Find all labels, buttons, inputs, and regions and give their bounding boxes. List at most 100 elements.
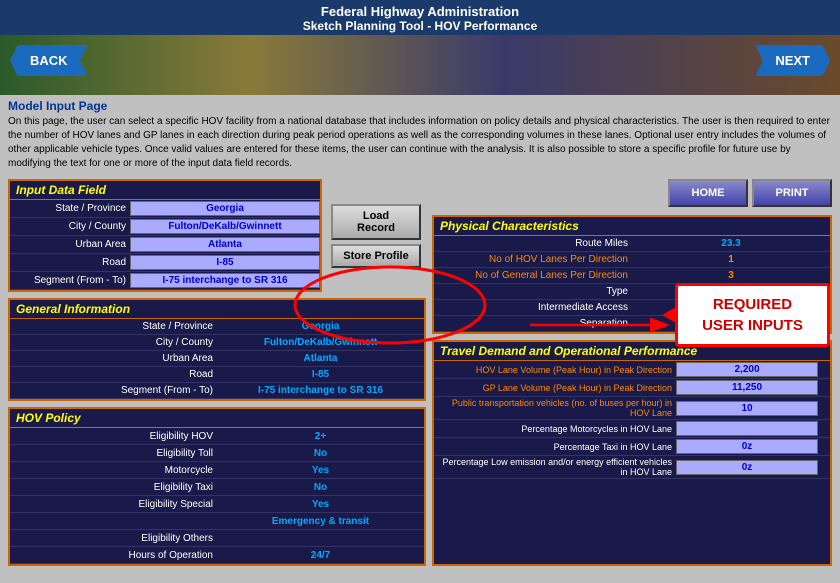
label-road: Road bbox=[10, 256, 130, 269]
travel-label-gp-vol: GP Lane Volume (Peak Hour) in Peak Direc… bbox=[434, 382, 676, 394]
hov-row-emergency: Emergency & transit bbox=[10, 513, 424, 530]
phys-row-miles: Route Miles 23.3 bbox=[434, 236, 830, 252]
general-info-title: General Information bbox=[10, 300, 424, 319]
gen-label-urban: Urban Area bbox=[10, 352, 217, 365]
hov-value-taxi: No bbox=[217, 481, 424, 494]
phys-label-separation: Separation bbox=[434, 317, 632, 330]
travel-input-buses[interactable] bbox=[676, 401, 818, 416]
input-row-city: City / County bbox=[10, 218, 320, 236]
input-panel-title: Input Data Field bbox=[10, 181, 320, 200]
gen-value-segment: I-75 interchange to SR 316 bbox=[217, 384, 424, 397]
hov-label-emergency bbox=[10, 520, 217, 522]
gen-value-state: Georgia bbox=[217, 320, 424, 333]
hov-label-others: Eligibility Others bbox=[10, 532, 217, 545]
gen-label-segment: Segment (From - To) bbox=[10, 384, 217, 397]
back-button[interactable]: BACK bbox=[10, 45, 88, 76]
label-city: City / County bbox=[10, 220, 130, 233]
travel-input-taxi-pct[interactable] bbox=[676, 439, 818, 454]
hov-row-taxi: Eligibility Taxi No bbox=[10, 479, 424, 496]
required-callout: REQUIREDUSER INPUTS bbox=[675, 283, 830, 347]
hov-policy-title: HOV Policy bbox=[10, 409, 424, 428]
hov-row-special: Eligibility Special Yes bbox=[10, 496, 424, 513]
label-state: State / Province bbox=[10, 202, 130, 215]
phys-row-hov-lanes: No of HOV Lanes Per Direction 1 bbox=[434, 252, 830, 268]
gen-value-urban: Atlanta bbox=[217, 352, 424, 365]
gen-label-state: State / Province bbox=[10, 320, 217, 333]
label-urban: Urban Area bbox=[10, 238, 130, 251]
input-section: Input Data Field State / Province City /… bbox=[8, 179, 426, 292]
physical-chars-title: Physical Characteristics bbox=[434, 217, 830, 236]
hov-row-toll: Eligibility Toll No bbox=[10, 445, 424, 462]
travel-row-taxi: Percentage Taxi in HOV Lane bbox=[434, 438, 830, 456]
gen-row-state: State / Province Georgia bbox=[10, 319, 424, 335]
header-title2: Sketch Planning Tool - HOV Performance bbox=[0, 19, 840, 33]
travel-row-gp-vol: GP Lane Volume (Peak Hour) in Peak Direc… bbox=[434, 379, 830, 397]
hov-policy-panel: HOV Policy Eligibility HOV 2+ Eligibilit… bbox=[8, 407, 426, 566]
main-content: Input Data Field State / Province City /… bbox=[0, 175, 840, 570]
travel-input-hov-vol[interactable] bbox=[676, 362, 818, 377]
page-title: Model Input Page bbox=[8, 99, 832, 113]
hov-value-eligibility: 2+ bbox=[217, 430, 424, 443]
gen-row-urban: Urban Area Atlanta bbox=[10, 351, 424, 367]
hov-value-others bbox=[217, 537, 424, 539]
travel-row-lowemission: Percentage Low emission and/or energy ef… bbox=[434, 456, 830, 479]
page-section: Model Input Page On this page, the user … bbox=[0, 95, 840, 175]
travel-row-buses: Public transportation vehicles (no. of b… bbox=[434, 397, 830, 420]
travel-label-buses: Public transportation vehicles (no. of b… bbox=[434, 397, 676, 419]
home-button[interactable]: HOME bbox=[668, 179, 748, 207]
store-profile-button[interactable]: Store Profile bbox=[331, 244, 421, 268]
gen-row-road: Road I-85 bbox=[10, 367, 424, 383]
hov-label-taxi: Eligibility Taxi bbox=[10, 481, 217, 494]
gen-row-segment: Segment (From - To) I-75 interchange to … bbox=[10, 383, 424, 399]
required-callout-container: REQUIREDUSER INPUTS bbox=[675, 283, 830, 347]
input-state[interactable] bbox=[130, 201, 320, 216]
hov-value-hours: 24/7 bbox=[217, 549, 424, 562]
phys-label-type: Type bbox=[434, 285, 632, 298]
label-segment: Segment (From - To) bbox=[10, 274, 130, 287]
travel-demand-panel: Travel Demand and Operational Performanc… bbox=[432, 340, 832, 566]
input-urban[interactable] bbox=[130, 237, 320, 252]
travel-input-gp-vol[interactable] bbox=[676, 380, 818, 395]
banner: BACK NEXT bbox=[0, 35, 840, 95]
input-segment[interactable] bbox=[130, 273, 320, 288]
travel-input-lowemission[interactable] bbox=[676, 460, 818, 475]
travel-label-hov-vol: HOV Lane Volume (Peak Hour) in Peak Dire… bbox=[434, 364, 676, 376]
page-description: On this page, the user can select a spec… bbox=[8, 115, 832, 171]
top-right-buttons: HOME PRINT bbox=[432, 179, 832, 207]
input-row-state: State / Province bbox=[10, 200, 320, 218]
gen-value-road: I-85 bbox=[217, 368, 424, 381]
input-row-urban: Urban Area bbox=[10, 236, 320, 254]
phys-row-gp-lanes: No of General Lanes Per Direction 3 bbox=[434, 268, 830, 284]
hov-row-eligibility: Eligibility HOV 2+ bbox=[10, 428, 424, 445]
next-button-container: NEXT bbox=[755, 45, 830, 76]
travel-label-motorcycles: Percentage Motorcycles in HOV Lane bbox=[434, 423, 676, 435]
input-road[interactable] bbox=[130, 255, 320, 270]
travel-label-taxi-pct: Percentage Taxi in HOV Lane bbox=[434, 441, 676, 453]
hov-row-motorcycle: Motorcycle Yes bbox=[10, 462, 424, 479]
header: Federal Highway Administration Sketch Pl… bbox=[0, 0, 840, 35]
load-record-button[interactable]: Load Record bbox=[331, 204, 421, 240]
input-row-segment: Segment (From - To) bbox=[10, 272, 320, 290]
banner-background bbox=[0, 35, 840, 95]
header-title1: Federal Highway Administration bbox=[0, 4, 840, 19]
gen-label-road: Road bbox=[10, 368, 217, 381]
gen-row-city: City / County Fulton/DeKalb/Gwinnett bbox=[10, 335, 424, 351]
hov-value-emergency: Emergency & transit bbox=[217, 515, 424, 528]
hov-row-others: Eligibility Others bbox=[10, 530, 424, 547]
input-data-field-panel: Input Data Field State / Province City /… bbox=[8, 179, 322, 292]
phys-label-access: Intermediate Access bbox=[434, 301, 632, 314]
input-row-road: Road bbox=[10, 254, 320, 272]
right-column: HOME PRINT Physical Characteristics Rout… bbox=[432, 179, 832, 566]
travel-label-lowemission: Percentage Low emission and/or energy ef… bbox=[434, 456, 676, 478]
print-button[interactable]: PRINT bbox=[752, 179, 832, 207]
hov-value-special: Yes bbox=[217, 498, 424, 511]
next-button[interactable]: NEXT bbox=[755, 45, 830, 76]
back-button-container: BACK bbox=[10, 45, 88, 76]
hov-row-hours: Hours of Operation 24/7 bbox=[10, 547, 424, 564]
travel-input-motorcycles[interactable] bbox=[676, 421, 818, 436]
input-city[interactable] bbox=[130, 219, 320, 234]
hov-label-eligibility: Eligibility HOV bbox=[10, 430, 217, 443]
load-store-buttons: Load Record Store Profile bbox=[326, 179, 426, 292]
travel-row-hov-vol: HOV Lane Volume (Peak Hour) in Peak Dire… bbox=[434, 361, 830, 379]
gen-label-city: City / County bbox=[10, 336, 217, 349]
